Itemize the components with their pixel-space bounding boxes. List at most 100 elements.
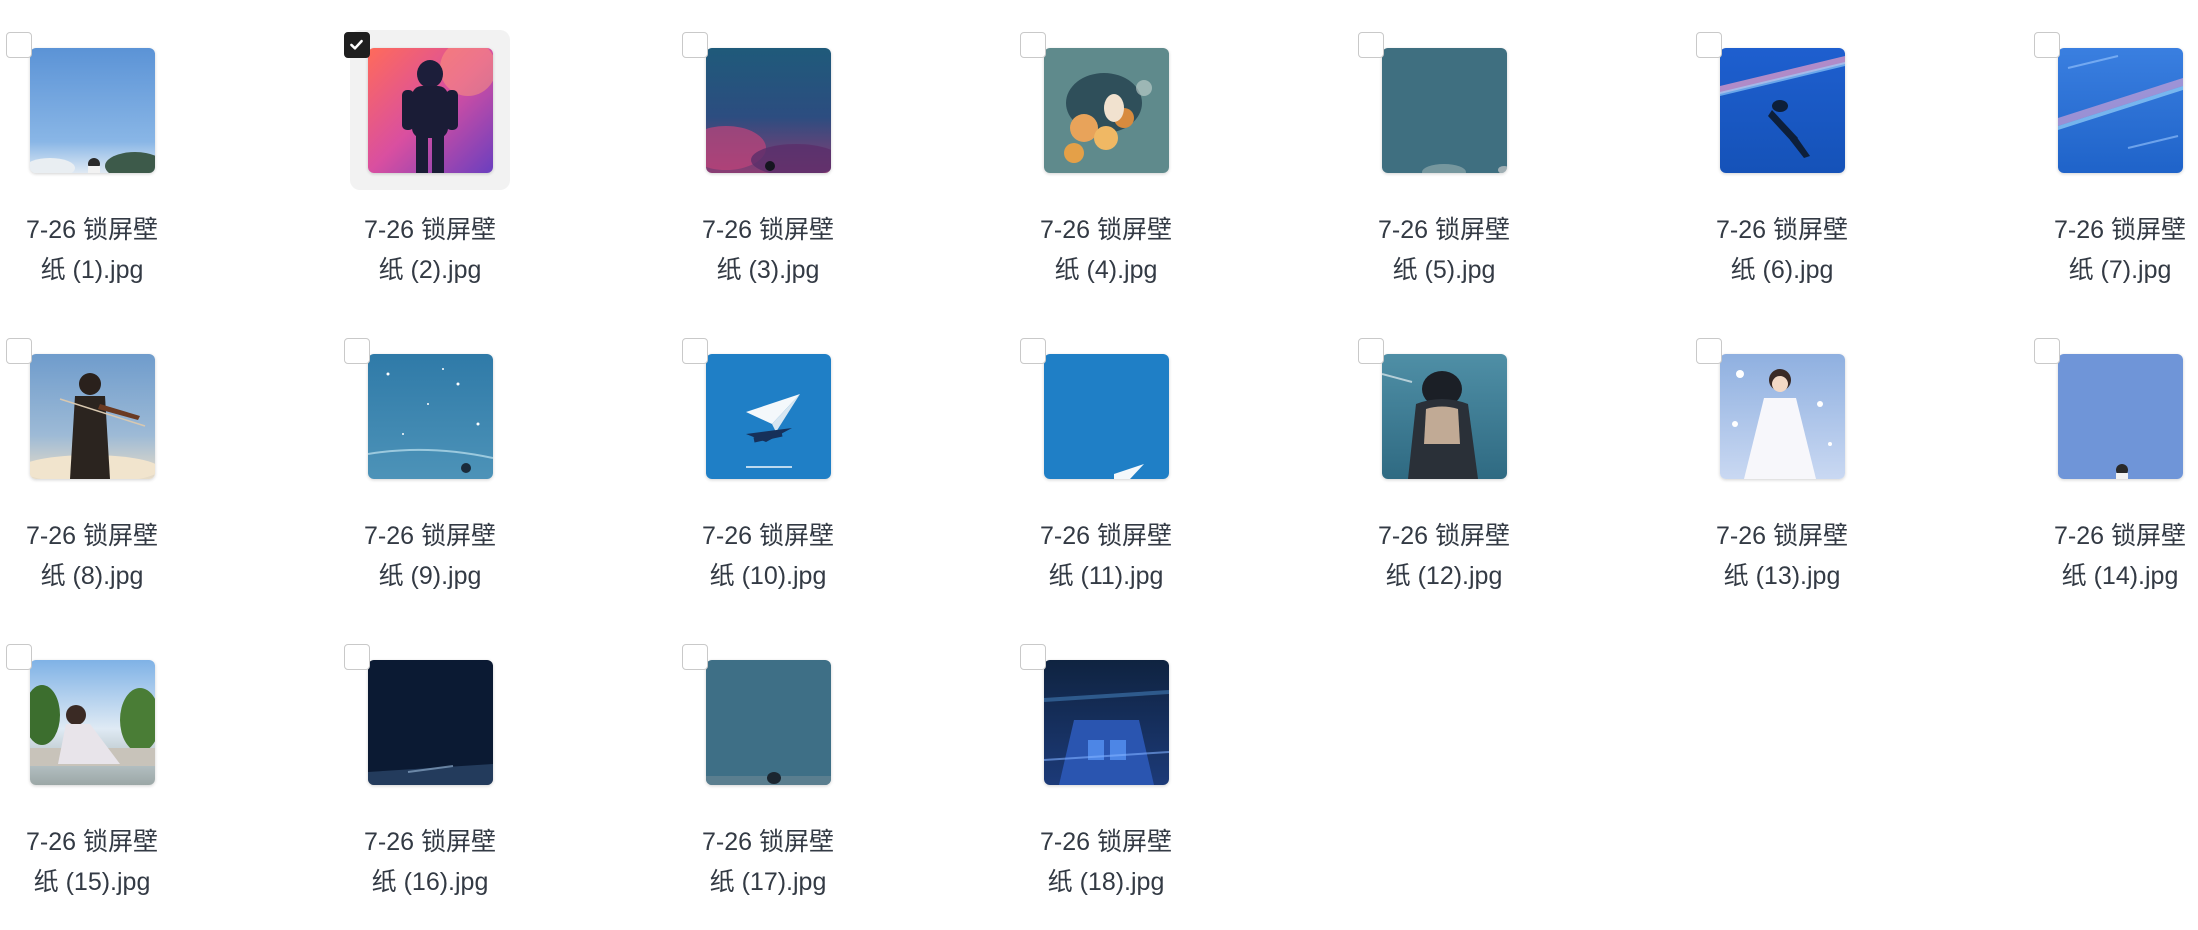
file-name-line1: 7-26 锁屏壁 — [26, 522, 158, 550]
file-item[interactable]: 7-26 锁屏壁纸 (9).jpg — [338, 324, 522, 624]
image-thumbnail[interactable] — [30, 660, 155, 785]
select-checkbox[interactable] — [1696, 32, 1722, 58]
file-name-line2: 纸 (1).jpg — [40, 256, 144, 284]
file-item[interactable]: 7-26 锁屏壁纸 (16).jpg — [338, 630, 522, 930]
file-name[interactable]: 7-26 锁屏壁纸 (14).jpg — [2022, 516, 2198, 596]
select-checkbox[interactable] — [1020, 338, 1046, 364]
thumbnail-tile[interactable] — [12, 642, 172, 802]
thumbnail-tile[interactable] — [688, 30, 848, 190]
image-thumbnail[interactable] — [1044, 48, 1169, 173]
thumbnail-tile[interactable] — [1026, 642, 1186, 802]
select-checkbox[interactable] — [344, 338, 370, 364]
file-name[interactable]: 7-26 锁屏壁纸 (1).jpg — [0, 210, 190, 290]
file-name[interactable]: 7-26 锁屏壁纸 (5).jpg — [1346, 210, 1542, 290]
image-thumbnail[interactable] — [2058, 354, 2183, 479]
file-name[interactable]: 7-26 锁屏壁纸 (4).jpg — [1008, 210, 1204, 290]
file-name[interactable]: 7-26 锁屏壁纸 (16).jpg — [332, 822, 528, 902]
select-checkbox[interactable] — [1020, 644, 1046, 670]
file-name[interactable]: 7-26 锁屏壁纸 (10).jpg — [670, 516, 866, 596]
image-thumbnail[interactable] — [706, 48, 831, 173]
thumbnail-tile[interactable] — [688, 336, 848, 496]
image-thumbnail[interactable] — [1044, 660, 1169, 785]
thumbnail-tile[interactable] — [1026, 336, 1186, 496]
file-item[interactable]: 7-26 锁屏壁纸 (12).jpg — [1352, 324, 1536, 624]
file-name[interactable]: 7-26 锁屏壁纸 (2).jpg — [332, 210, 528, 290]
file-name-line2: 纸 (16).jpg — [371, 868, 489, 896]
file-name[interactable]: 7-26 锁屏壁纸 (17).jpg — [670, 822, 866, 902]
file-name-line2: 纸 (9).jpg — [378, 562, 482, 590]
file-item[interactable]: 7-26 锁屏壁纸 (2).jpg — [338, 18, 522, 318]
select-checkbox[interactable] — [1696, 338, 1722, 364]
thumbnail-image-blue-plane-corner — [1044, 354, 1169, 479]
file-item[interactable]: 7-26 锁屏壁纸 (11).jpg — [1014, 324, 1198, 624]
select-checkbox[interactable] — [6, 32, 32, 58]
file-name-line2: 纸 (15).jpg — [33, 868, 151, 896]
file-item[interactable]: 7-26 锁屏壁纸 (5).jpg — [1352, 18, 1536, 318]
file-name[interactable]: 7-26 锁屏壁纸 (11).jpg — [1008, 516, 1204, 596]
thumbnail-tile[interactable] — [1702, 30, 1862, 190]
select-checkbox[interactable] — [1358, 32, 1384, 58]
file-name[interactable]: 7-26 锁屏壁纸 (13).jpg — [1684, 516, 1880, 596]
select-checkbox[interactable] — [6, 338, 32, 364]
file-item[interactable]: 7-26 锁屏壁纸 (13).jpg — [1690, 324, 1874, 624]
file-item[interactable]: 7-26 锁屏壁纸 (15).jpg — [0, 630, 184, 930]
file-item[interactable]: 7-26 锁屏壁纸 (10).jpg — [676, 324, 860, 624]
thumbnail-tile[interactable] — [1026, 30, 1186, 190]
image-thumbnail[interactable] — [368, 660, 493, 785]
select-checkbox[interactable] — [2034, 338, 2060, 364]
file-item[interactable]: 7-26 锁屏壁纸 (7).jpg — [2028, 18, 2198, 318]
file-item[interactable]: 7-26 锁屏壁纸 (8).jpg — [0, 324, 184, 624]
thumbnail-image-girl-trees — [30, 660, 155, 785]
file-name[interactable]: 7-26 锁屏壁纸 (15).jpg — [0, 822, 190, 902]
select-checkbox[interactable] — [344, 32, 370, 58]
thumbnail-tile[interactable] — [12, 336, 172, 496]
file-item[interactable]: 7-26 锁屏壁纸 (17).jpg — [676, 630, 860, 930]
file-item[interactable]: 7-26 锁屏壁纸 (6).jpg — [1690, 18, 1874, 318]
image-thumbnail[interactable] — [30, 48, 155, 173]
image-thumbnail[interactable] — [1720, 48, 1845, 173]
thumbnail-tile[interactable] — [1702, 336, 1862, 496]
file-name[interactable]: 7-26 锁屏壁纸 (18).jpg — [1008, 822, 1204, 902]
image-thumbnail[interactable] — [1720, 354, 1845, 479]
image-thumbnail[interactable] — [2058, 48, 2183, 173]
file-name[interactable]: 7-26 锁屏壁纸 (6).jpg — [1684, 210, 1880, 290]
file-name[interactable]: 7-26 锁屏壁纸 (12).jpg — [1346, 516, 1542, 596]
file-name[interactable]: 7-26 锁屏壁纸 (9).jpg — [332, 516, 528, 596]
image-thumbnail[interactable] — [706, 660, 831, 785]
select-checkbox[interactable] — [682, 338, 708, 364]
thumbnail-tile[interactable] — [350, 30, 510, 190]
image-thumbnail[interactable] — [1382, 354, 1507, 479]
select-checkbox[interactable] — [344, 644, 370, 670]
thumbnail-tile[interactable] — [350, 642, 510, 802]
file-name[interactable]: 7-26 锁屏壁纸 (7).jpg — [2022, 210, 2198, 290]
image-thumbnail[interactable] — [1044, 354, 1169, 479]
thumbnail-tile[interactable] — [2040, 30, 2198, 190]
file-name[interactable]: 7-26 锁屏壁纸 (8).jpg — [0, 516, 190, 596]
image-thumbnail[interactable] — [368, 354, 493, 479]
select-checkbox[interactable] — [1358, 338, 1384, 364]
thumbnail-tile[interactable] — [688, 642, 848, 802]
image-thumbnail[interactable] — [30, 354, 155, 479]
thumbnail-tile[interactable] — [12, 30, 172, 190]
thumbnail-tile[interactable] — [1364, 336, 1524, 496]
thumbnail-image-paper-plane — [706, 354, 831, 479]
image-thumbnail[interactable] — [1382, 48, 1507, 173]
file-name-line1: 7-26 锁屏壁 — [364, 828, 496, 856]
select-checkbox[interactable] — [6, 644, 32, 670]
thumbnail-tile[interactable] — [2040, 336, 2198, 496]
file-item[interactable]: 7-26 锁屏壁纸 (3).jpg — [676, 18, 860, 318]
image-thumbnail[interactable] — [706, 354, 831, 479]
file-item[interactable]: 7-26 锁屏壁纸 (14).jpg — [2028, 324, 2198, 624]
file-item[interactable]: 7-26 锁屏壁纸 (4).jpg — [1014, 18, 1198, 318]
file-item[interactable]: 7-26 锁屏壁纸 (18).jpg — [1014, 630, 1198, 930]
thumbnail-tile[interactable] — [1364, 30, 1524, 190]
thumbnail-tile[interactable] — [350, 336, 510, 496]
select-checkbox[interactable] — [2034, 32, 2060, 58]
file-name-line1: 7-26 锁屏壁 — [2054, 216, 2186, 244]
image-thumbnail[interactable] — [368, 48, 493, 173]
file-name[interactable]: 7-26 锁屏壁纸 (3).jpg — [670, 210, 866, 290]
select-checkbox[interactable] — [1020, 32, 1046, 58]
file-item[interactable]: 7-26 锁屏壁纸 (1).jpg — [0, 18, 184, 318]
select-checkbox[interactable] — [682, 32, 708, 58]
select-checkbox[interactable] — [682, 644, 708, 670]
